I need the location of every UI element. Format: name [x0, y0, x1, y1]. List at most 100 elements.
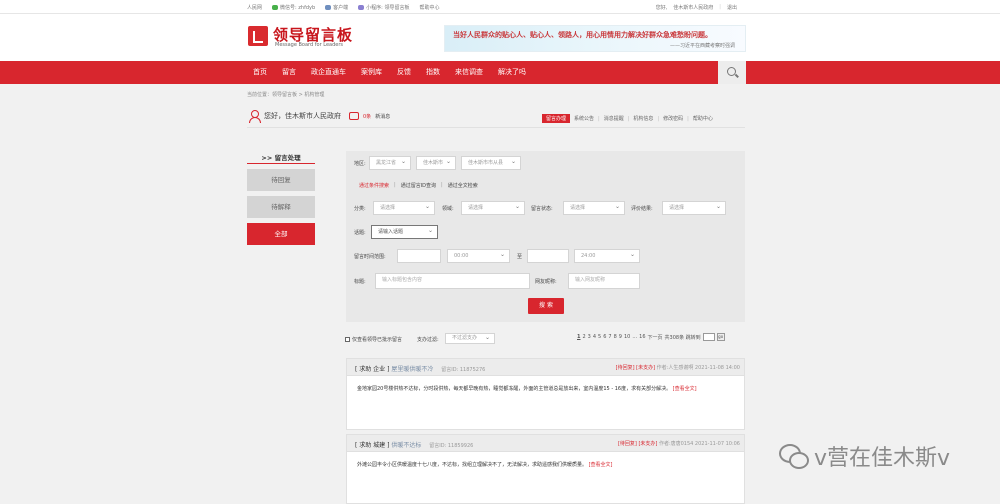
- sidebar-item-all[interactable]: 全部: [247, 223, 315, 245]
- hello-text: 您好,: [655, 4, 668, 11]
- jump-go-button[interactable]: go: [716, 333, 725, 341]
- province-select[interactable]: 黑龙江省: [369, 156, 411, 170]
- message-card-header: [ 求助 城建 ] 供暖不达标 留言ID: 11859926 [待回复] [未支…: [347, 435, 744, 452]
- divider: |: [627, 115, 630, 122]
- nav-search-button[interactable]: [718, 61, 746, 84]
- nav-feedback[interactable]: 反馈: [390, 61, 419, 84]
- page-16[interactable]: 16: [639, 334, 645, 340]
- page-3[interactable]: 3: [588, 334, 591, 340]
- search-icon: [727, 67, 736, 76]
- site-link[interactable]: 人民网: [247, 4, 262, 11]
- tab-condition-search[interactable]: 通过条件搜索: [359, 182, 389, 189]
- miniapp-link[interactable]: 小程序: 领导留言板: [358, 4, 409, 11]
- topic-label: 话题:: [354, 230, 366, 236]
- breadcrumb: 当前位置：领导留言板 > 机构管理: [247, 92, 325, 98]
- to-label: 至: [517, 254, 523, 260]
- site-logo[interactable]: 领导留言板 Message Board for Leaders: [248, 24, 363, 54]
- message-subject[interactable]: 供暖不达标: [391, 442, 421, 449]
- nav-messages[interactable]: 留言: [275, 61, 304, 84]
- message-body: 金地家园20号楼供热不达标，分时段供热，每天都早晚有热，睡觉都冻醒，外面的主管道…: [357, 386, 672, 392]
- message-domain: 城建 ]: [373, 442, 390, 449]
- jump-page-input[interactable]: [702, 333, 715, 341]
- sidebar-item-pending-reply[interactable]: 待回复: [247, 169, 315, 191]
- page-4[interactable]: 4: [593, 334, 596, 340]
- link-change-password[interactable]: 修改密码: [663, 115, 683, 122]
- time-from-select[interactable]: 00:00: [447, 249, 510, 263]
- field-select[interactable]: 请选择: [461, 201, 525, 215]
- client-link[interactable]: 客户端: [325, 4, 348, 11]
- tab-id-search[interactable]: 通过留言ID查询: [401, 182, 436, 189]
- page-2[interactable]: 2: [582, 334, 585, 340]
- page-7[interactable]: 7: [608, 334, 611, 340]
- help-link[interactable]: 帮助中心: [419, 4, 439, 11]
- view-full-link[interactable]: [查看全文]: [589, 462, 613, 468]
- city-select[interactable]: 佳木斯市: [416, 156, 456, 170]
- date-to-input[interactable]: [527, 249, 569, 263]
- watermark-text: v营在佳木斯v: [814, 446, 951, 471]
- state-select[interactable]: 请选择: [563, 201, 625, 215]
- county-select[interactable]: 佳木斯市市从县: [461, 156, 521, 170]
- nickname-input[interactable]: 输入网友昵称: [568, 273, 640, 289]
- link-notices[interactable]: 消息提醒: [604, 115, 624, 122]
- message-count[interactable]: 0条: [363, 113, 371, 120]
- evaluation-label: 评价结果:: [631, 206, 653, 212]
- list-toolbar: 仅查看领导已批示留言 支办过滤: 不过滤支办 1 2 3 4 5 6 7 8 9…: [345, 333, 745, 347]
- link-announcements[interactable]: 系统公告: [574, 115, 594, 122]
- nav-gov-enterprise[interactable]: 政企直通车: [304, 61, 354, 84]
- slogan-banner: 当好人民群众的贴心人、贴心人、领路人，用心用情用力解决好群众急难愁盼问题。 ——…: [444, 25, 746, 52]
- next-page-link[interactable]: 下一页: [648, 334, 663, 341]
- page-5[interactable]: 5: [598, 334, 601, 340]
- banner-sub-text: ——习近平在西藏考察时强调: [669, 43, 735, 49]
- message-subject[interactable]: 屋里暖供暖不冷: [391, 366, 433, 373]
- link-org-info[interactable]: 机构信息: [633, 115, 653, 122]
- search-button[interactable]: 搜 索: [528, 298, 564, 314]
- time-to-select[interactable]: 24:00: [574, 249, 640, 263]
- date-from-input[interactable]: [397, 249, 441, 263]
- page-10[interactable]: 10: [624, 334, 630, 340]
- message-card-header: [ 求助 企业 ] 屋里暖供暖不冷 留言ID: 11875276 [待回复] […: [347, 359, 744, 376]
- category-select[interactable]: 请选择: [373, 201, 435, 215]
- title-label: 标题:: [354, 279, 366, 285]
- page: 人民网 微信号: zhfdyb 客户端 小程序: 领导留言板 帮助中心 您好, …: [0, 0, 1000, 504]
- logo-subtitle: Message Board for Leaders: [275, 42, 344, 48]
- pay-filter-label: 支办过滤:: [417, 337, 439, 343]
- view-full-link[interactable]: [查看全文]: [673, 386, 697, 392]
- title-input[interactable]: 输入标题包含内容: [375, 273, 530, 289]
- evaluation-select[interactable]: 请选择: [662, 201, 726, 215]
- category-label: 分类:: [354, 206, 366, 212]
- message-new-label: 新消息: [375, 113, 391, 120]
- logout-link[interactable]: 退出: [727, 4, 737, 11]
- link-help[interactable]: 帮助中心: [693, 115, 713, 122]
- pay-filter-select[interactable]: 不过滤支办: [445, 333, 495, 344]
- nav-index[interactable]: 指数: [419, 61, 448, 84]
- user-link[interactable]: 佳木斯市人民政府: [673, 4, 713, 11]
- nav-solved[interactable]: 解决了吗: [491, 61, 534, 84]
- main-nav: 首页 留言 政企直通车 案例库 反馈 指数 来信调查 解决了吗: [0, 61, 1000, 84]
- message-icon[interactable]: [349, 112, 359, 120]
- page-1[interactable]: 1: [577, 334, 580, 340]
- message-id: 留言ID: 11875276: [441, 367, 486, 373]
- message-card[interactable]: [ 求助 企业 ] 屋里暖供暖不冷 留言ID: 11875276 [待回复] […: [346, 358, 745, 430]
- miniapp-label: 小程序: 领导留言板: [366, 4, 410, 11]
- nickname-label: 网友昵称:: [535, 279, 557, 285]
- page-9[interactable]: 9: [619, 334, 622, 340]
- nav-cases[interactable]: 案例库: [354, 61, 390, 84]
- wechat-link[interactable]: 微信号: zhfdyb: [272, 4, 315, 11]
- query-mode-tabs: 通过条件搜索 | 通过留言ID查询 | 通过全文检索: [359, 182, 478, 189]
- nav-survey[interactable]: 来信调查: [448, 61, 491, 84]
- sidebar: >> 留言处理 待回复 待解释 全部: [247, 152, 315, 245]
- only-instructed-label: 仅查看领导已批示留言: [352, 337, 403, 343]
- account-links: 留言办理 系统公告 | 消息提醒 | 机构信息 | 修改密码 | 帮助中心: [542, 114, 713, 123]
- message-domain: 企业 ]: [373, 366, 390, 373]
- page-8[interactable]: 8: [614, 334, 617, 340]
- only-instructed-checkbox[interactable]: [345, 337, 350, 342]
- link-message-handling[interactable]: 留言办理: [542, 114, 571, 123]
- pagination: 1 2 3 4 5 6 7 8 9 10 ... 16 下一页 共308条 跳转…: [577, 333, 725, 341]
- topic-select[interactable]: 请输入话题: [371, 225, 438, 239]
- sidebar-item-pending-explain[interactable]: 待解释: [247, 196, 315, 218]
- status-badge: [待回复]: [617, 441, 637, 447]
- nav-home[interactable]: 首页: [247, 61, 275, 84]
- message-card[interactable]: [ 求助 城建 ] 供暖不达标 留言ID: 11859926 [待回复] [未支…: [346, 434, 745, 504]
- tab-fulltext-search[interactable]: 通过全文检索: [448, 182, 478, 189]
- page-6[interactable]: 6: [603, 334, 606, 340]
